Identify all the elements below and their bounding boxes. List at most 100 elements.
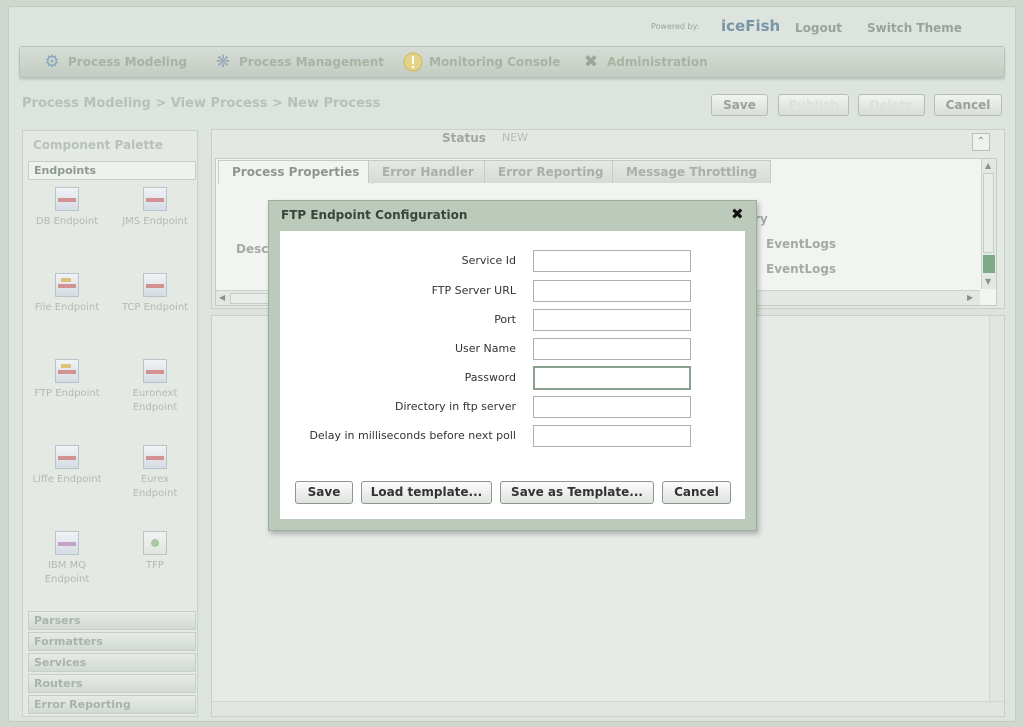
- warning-icon: [402, 51, 424, 73]
- port-input[interactable]: [533, 309, 691, 331]
- brand-logo: iceFish: [721, 17, 781, 35]
- powered-by-label: Powered by:: [651, 22, 700, 31]
- service-id-label: Service Id: [461, 254, 516, 267]
- cancel-button[interactable]: Cancel: [934, 94, 1002, 116]
- main-nav: ⚙ Process Modeling ❋ Process Management …: [19, 46, 1005, 78]
- port-label: Port: [494, 313, 516, 326]
- tfp-icon: [143, 531, 167, 555]
- dialog-title: FTP Endpoint Configuration: [281, 208, 468, 222]
- palette-item-euronext-endpoint[interactable]: Euronext Endpoint: [113, 359, 197, 415]
- palette-section-parsers[interactable]: Parsers: [28, 611, 196, 630]
- delete-button[interactable]: Delete: [858, 94, 925, 116]
- scroll-thumb[interactable]: [983, 173, 994, 253]
- palette-item-tfp[interactable]: TFP: [113, 531, 197, 573]
- gear-icon: ⚙: [44, 52, 60, 72]
- palette-item-label: TFP: [146, 560, 164, 571]
- status-value: NEW: [502, 131, 529, 144]
- palette-item-label: Liffe Endpoint: [32, 474, 102, 485]
- eurex-endpoint-icon: [143, 445, 167, 469]
- palette-section-routers[interactable]: Routers: [28, 674, 196, 693]
- palette-item-db-endpoint[interactable]: DB Endpoint: [25, 187, 109, 229]
- save-as-template-button[interactable]: Save as Template...: [500, 481, 654, 504]
- dialog-body: Service Id FTP Server URL Port User Name…: [280, 231, 745, 519]
- component-palette: Component Palette Endpoints DB Endpoint …: [22, 130, 198, 717]
- palette-item-label: TCP Endpoint: [121, 302, 189, 313]
- tools-icon: ✖: [583, 52, 599, 72]
- directory-label: Directory in ftp server: [394, 400, 516, 413]
- poll-delay-input[interactable]: [533, 425, 691, 447]
- palette-item-liffe-endpoint[interactable]: Liffe Endpoint: [25, 445, 109, 487]
- scroll-track-marker: [983, 255, 995, 273]
- ftp-endpoint-icon: [55, 359, 79, 383]
- tab-error-reporting[interactable]: Error Reporting: [484, 160, 618, 183]
- euronext-endpoint-icon: [143, 359, 167, 383]
- logout-link[interactable]: Logout: [795, 21, 842, 35]
- status-label: Status: [442, 131, 486, 145]
- palette-item-eurex-endpoint[interactable]: Eurex Endpoint: [113, 445, 197, 501]
- palette-section-endpoints[interactable]: Endpoints: [28, 161, 196, 180]
- dialog-cancel-button[interactable]: Cancel: [662, 481, 731, 504]
- user-name-input[interactable]: [533, 338, 691, 360]
- vertical-scrollbar[interactable]: [989, 316, 1004, 716]
- tab-error-handler[interactable]: Error Handler: [368, 160, 488, 183]
- nav-label: Administration: [607, 55, 708, 69]
- dialog-save-button[interactable]: Save: [295, 481, 353, 504]
- eventlogs-label: EventLogs: [766, 237, 837, 251]
- palette-item-label: IBM MQ Endpoint: [44, 560, 90, 585]
- nav-monitoring-console[interactable]: Monitoring Console: [402, 51, 560, 73]
- tab-message-throttling[interactable]: Message Throttling: [612, 160, 772, 183]
- scroll-right-icon[interactable]: ▶: [967, 293, 973, 302]
- nav-label: Monitoring Console: [429, 55, 561, 69]
- palette-item-ibm-mq-endpoint[interactable]: IBM MQ Endpoint: [25, 531, 109, 587]
- cogs-icon: ❋: [215, 52, 231, 72]
- description-label: Desc: [236, 242, 269, 256]
- scroll-left-icon[interactable]: ◀: [219, 293, 225, 302]
- horizontal-scrollbar[interactable]: [212, 701, 1004, 716]
- top-bar: Powered by: iceFish Logout Switch Theme: [0, 0, 1024, 44]
- palette-item-ftp-endpoint[interactable]: FTP Endpoint: [25, 359, 109, 401]
- vertical-scrollbar[interactable]: ▲ ▼: [981, 159, 996, 289]
- nav-process-modeling[interactable]: ⚙ Process Modeling: [41, 51, 187, 73]
- nav-process-management[interactable]: ❋ Process Management: [212, 51, 384, 73]
- liffe-endpoint-icon: [55, 445, 79, 469]
- ftp-server-url-label: FTP Server URL: [431, 284, 516, 297]
- eventlogs-label: EventLogs: [766, 262, 837, 276]
- palette-item-file-endpoint[interactable]: File Endpoint: [25, 273, 109, 315]
- ftp-endpoint-dialog: FTP Endpoint Configuration ✖ Service Id …: [268, 200, 757, 531]
- palette-section-services[interactable]: Services: [28, 653, 196, 672]
- palette-item-jms-endpoint[interactable]: JMS Endpoint: [113, 187, 197, 229]
- palette-item-tcp-endpoint[interactable]: TCP Endpoint: [113, 273, 197, 315]
- scroll-down-icon[interactable]: ▼: [985, 277, 991, 286]
- palette-item-label: DB Endpoint: [35, 216, 99, 227]
- palette-item-label: FTP Endpoint: [34, 388, 100, 399]
- switch-theme-link[interactable]: Switch Theme: [867, 21, 962, 35]
- tcp-endpoint-icon: [143, 273, 167, 297]
- user-name-label: User Name: [454, 342, 516, 355]
- palette-section-formatters[interactable]: Formatters: [28, 632, 196, 651]
- palette-section-error-reporting[interactable]: Error Reporting: [28, 695, 196, 714]
- palette-item-label: File Endpoint: [34, 302, 100, 313]
- service-id-input[interactable]: [533, 250, 691, 272]
- nav-administration[interactable]: ✖ Administration: [580, 51, 708, 73]
- palette-item-label: JMS Endpoint: [122, 216, 188, 227]
- file-endpoint-icon: [55, 273, 79, 297]
- scroll-up-icon[interactable]: ▲: [985, 161, 991, 170]
- palette-item-label: Eurex Endpoint: [132, 474, 178, 499]
- tab-process-properties[interactable]: Process Properties: [218, 160, 374, 184]
- palette-title: Component Palette: [33, 138, 163, 152]
- password-input[interactable]: [533, 366, 691, 390]
- close-icon[interactable]: ✖: [731, 205, 744, 223]
- publish-button[interactable]: Publish: [778, 94, 849, 116]
- nav-label: Process Management: [239, 55, 385, 69]
- ftp-server-url-input[interactable]: [533, 280, 691, 302]
- save-button[interactable]: Save: [711, 94, 768, 116]
- db-endpoint-icon: [55, 187, 79, 211]
- poll-delay-label: Delay in milliseconds before next poll: [309, 429, 516, 442]
- password-label: Password: [464, 371, 516, 384]
- load-template-button[interactable]: Load template...: [361, 481, 492, 504]
- collapse-up-icon[interactable]: ⌃: [972, 133, 990, 151]
- directory-input[interactable]: [533, 396, 691, 418]
- jms-endpoint-icon: [143, 187, 167, 211]
- nav-label: Process Modeling: [68, 55, 187, 69]
- ibm-mq-endpoint-icon: [55, 531, 79, 555]
